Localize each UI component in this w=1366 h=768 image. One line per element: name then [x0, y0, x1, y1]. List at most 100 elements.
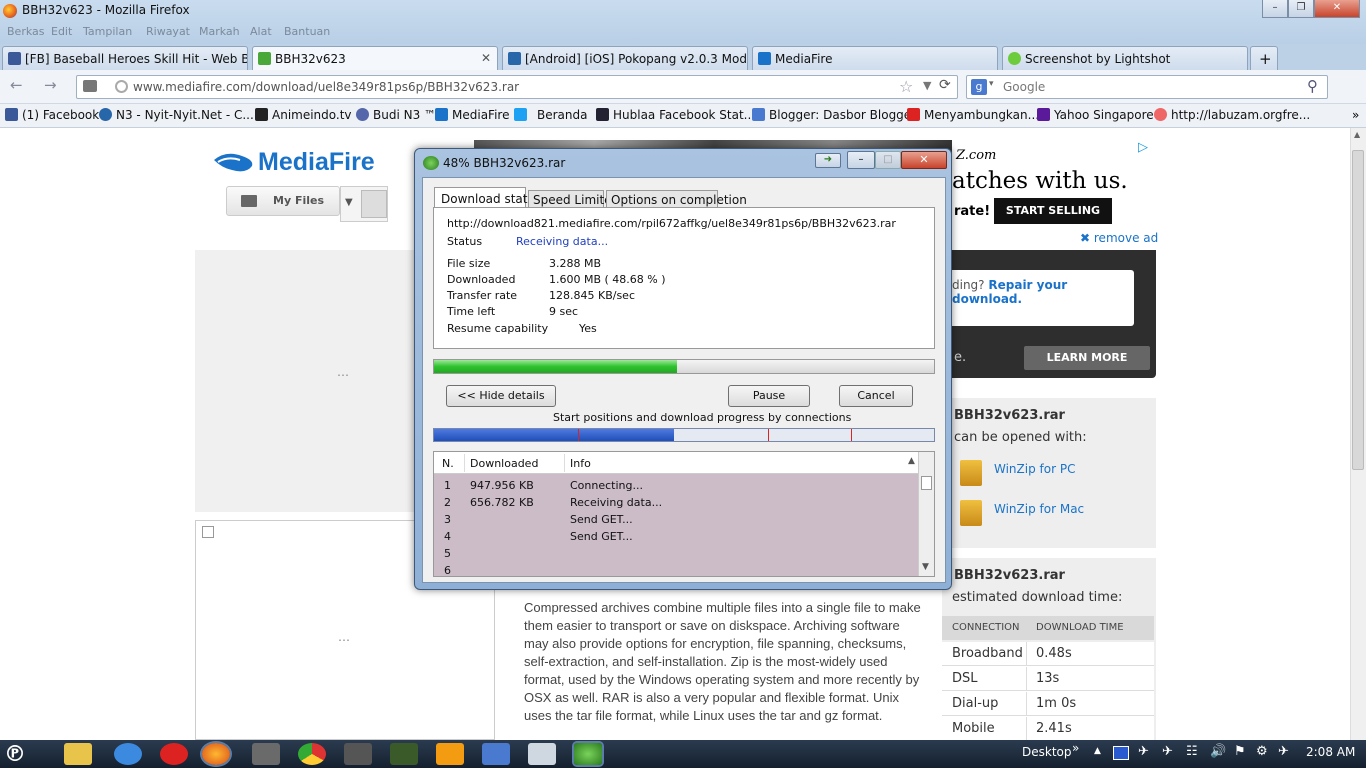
tab-mediafire[interactable]: MediaFire [752, 46, 998, 70]
tab-lightshot[interactable]: Screenshot by Lightshot [1002, 46, 1248, 70]
learn-more-button[interactable]: LEARN MORE [1024, 346, 1150, 370]
bookmark-hublaa[interactable]: Hublaa Facebook Stat... [596, 108, 755, 122]
remove-ad-link[interactable]: ✖ remove ad [1080, 231, 1158, 245]
list-item[interactable]: 5 [434, 545, 918, 562]
menu-riwayat[interactable]: Riwayat [146, 25, 190, 38]
clock[interactable]: 2:08 AM [1306, 745, 1355, 759]
tab-baseball-heroes[interactable]: [FB] Baseball Heroes Skill Hit - Web B..… [2, 46, 248, 70]
tray-app-icon[interactable]: ⚙ [1256, 744, 1268, 759]
forward-icon[interactable]: → [44, 76, 57, 94]
col-info[interactable]: Info [570, 457, 591, 470]
menu-alat[interactable]: Alat [250, 25, 272, 38]
account-menu[interactable]: ▼ [340, 186, 388, 222]
winzip-mac-link[interactable]: WinZip for Mac [994, 502, 1084, 516]
network-tray-icon[interactable]: ☷ [1186, 744, 1198, 759]
list-item[interactable]: 3 Send GET... [434, 511, 918, 528]
hide-details-button[interactable]: << Hide details [446, 385, 556, 407]
list-scroll-thumb[interactable] [921, 476, 932, 490]
tray-app-icon[interactable]: ✈ [1278, 744, 1289, 759]
bookmark-labuzam[interactable]: http://labuzam.orgfre... [1154, 108, 1310, 122]
engine-dropdown-icon[interactable]: ▾ [989, 79, 994, 89]
start-selling-button[interactable]: START SELLING [994, 198, 1112, 224]
menu-tampilan[interactable]: Tampilan [83, 25, 132, 38]
list-item[interactable]: 4 Send GET... [434, 528, 918, 545]
internet-explorer-icon[interactable] [114, 743, 142, 765]
pause-button[interactable]: Pause [728, 385, 810, 407]
volume-icon[interactable]: 🔊 [1210, 744, 1226, 759]
tray-app-icon[interactable]: ✈ [1138, 744, 1149, 759]
bookmark-mediafire[interactable]: MediaFire [435, 108, 509, 122]
bookmark-youtube[interactable]: Menyambungkan... [907, 108, 1039, 122]
chrome-icon[interactable] [298, 743, 326, 765]
list-item[interactable]: 2 656.782 KB Receiving data... [434, 494, 918, 511]
firefox-taskbar-icon[interactable] [202, 743, 230, 765]
bookmarks-overflow-icon[interactable]: » [1352, 108, 1359, 122]
search-bar[interactable]: g ▾ Google ⚲ [966, 75, 1328, 99]
bookmark-blogger[interactable]: Blogger: Dasbor Blogger [752, 108, 916, 122]
list-item[interactable]: 1 947.956 KB Connecting... [434, 477, 918, 494]
close-tab-icon[interactable]: ✕ [481, 51, 491, 65]
minimize-button[interactable]: – [1262, 0, 1288, 18]
desktop-toolbar[interactable]: Desktop [1022, 745, 1072, 759]
tray-expand-icon[interactable]: ▲ [1094, 746, 1101, 756]
tab-download-status[interactable]: Download status [434, 187, 541, 208]
connections-list[interactable]: N. Downloaded Info ▲ ▼ 1 947.956 KB Conn… [433, 451, 935, 577]
winzip-pc-link[interactable]: WinZip for PC [994, 462, 1075, 476]
idm-arrow-icon[interactable]: ➜ [815, 153, 841, 168]
reload-icon[interactable]: ⟳ [939, 77, 951, 93]
tray-app-icon[interactable] [1113, 746, 1129, 760]
new-tab-button[interactable]: + [1250, 46, 1278, 70]
opera-icon[interactable] [160, 743, 188, 765]
bookmark-n3[interactable]: N3 - Nyit-Nyit.Net - C... [99, 108, 254, 122]
app-icon[interactable] [344, 743, 372, 765]
col-n[interactable]: N. [442, 457, 454, 470]
scroll-down-icon[interactable]: ▼ [922, 562, 929, 572]
menu-berkas[interactable]: Berkas [7, 25, 45, 38]
tab-groups-icon[interactable] [83, 80, 97, 92]
app-icon[interactable] [252, 743, 280, 765]
list-item[interactable]: 6 [434, 562, 918, 576]
bookmark-animeindo[interactable]: Animeindo.tv [255, 108, 352, 122]
google-icon[interactable]: g [971, 79, 987, 95]
explorer-icon[interactable] [64, 743, 92, 765]
back-icon[interactable]: ← [10, 76, 23, 94]
scrollbar-thumb[interactable] [1352, 150, 1364, 470]
col-downloaded[interactable]: Downloaded [470, 457, 538, 470]
idm-taskbar-icon[interactable] [574, 743, 602, 765]
app-icon[interactable] [390, 743, 418, 765]
scroll-up-icon[interactable]: ▲ [908, 456, 915, 466]
menu-markah[interactable]: Markah [199, 25, 240, 38]
bookmark-star-icon[interactable]: ☆ [899, 77, 913, 96]
mediafire-logo[interactable]: MediaFire [258, 148, 375, 177]
history-dropdown-icon[interactable]: ▼ [923, 79, 931, 92]
bookmark-budi-n3[interactable]: Budi N3 ™ [356, 108, 436, 122]
tab-pokopang[interactable]: [Android] [iOS] Pokopang v2.0.3 Mod... [502, 46, 748, 70]
url-text[interactable]: www.mediafire.com/download/uel8e349r81ps… [133, 80, 519, 94]
list-scrollbar[interactable]: ▼ [918, 452, 934, 576]
menu-edit[interactable]: Edit [51, 25, 72, 38]
search-placeholder[interactable]: Google [1003, 80, 1045, 94]
action-center-icon[interactable]: ⚑ [1234, 744, 1246, 759]
cancel-button[interactable]: Cancel [839, 385, 913, 407]
dialog-close-button[interactable]: ✕ [901, 151, 947, 169]
start-button-icon[interactable]: ℗ [4, 742, 48, 768]
tab-options-completion[interactable]: Options on completion [606, 190, 747, 208]
notepad-icon[interactable] [528, 743, 556, 765]
scroll-up-icon[interactable]: ▲ [1354, 130, 1360, 139]
network-icon[interactable] [482, 743, 510, 765]
bookmark-facebook[interactable]: (1) Facebook [5, 108, 99, 122]
dialog-minimize-button[interactable]: – [847, 151, 875, 169]
close-window-button[interactable]: ✕ [1314, 0, 1360, 18]
tray-app-icon[interactable]: ✈ [1162, 744, 1173, 759]
my-files-button[interactable]: My Files [226, 186, 340, 216]
bookmark-yahoo[interactable]: Yahoo Singapore [1037, 108, 1154, 122]
tab-bbh32v623[interactable]: BBH32v623 ✕ [252, 46, 498, 70]
tab-speed-limiter[interactable]: Speed Limiter [528, 190, 617, 208]
media-player-icon[interactable] [436, 743, 464, 765]
bookmark-beranda[interactable]: Beranda [514, 108, 587, 122]
menu-bantuan[interactable]: Bantuan [284, 25, 330, 38]
maximize-button[interactable]: ❐ [1288, 0, 1314, 18]
search-icon[interactable]: ⚲ [1307, 77, 1318, 95]
url-bar[interactable]: www.mediafire.com/download/uel8e349r81ps… [76, 75, 958, 99]
adchoices-icon[interactable]: ▷ [1138, 140, 1148, 155]
